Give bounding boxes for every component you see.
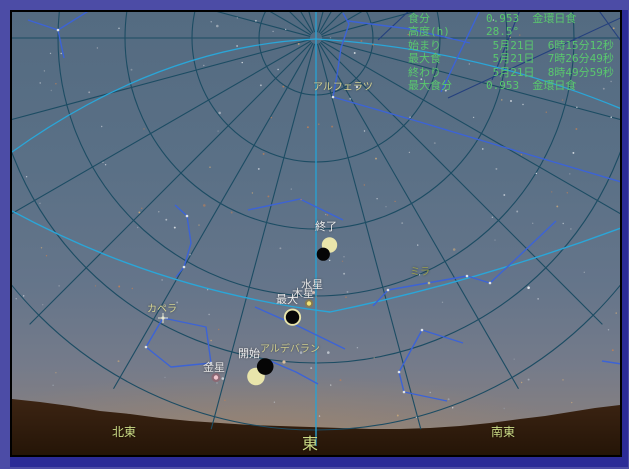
sky-map[interactable]: アルフェラツ カペラ ミラ アルデバラン 水星 木星 金星 開始 最大 終了 北東東南東 食分 0.95… (12, 12, 620, 455)
eclipse-max (283, 308, 302, 326)
window-bevel-left (0, 0, 10, 469)
planetarium-window: アルフェラツ カペラ ミラ アルデバラン 水星 木星 金星 開始 最大 終了 北東東南東 食分 0.95… (0, 0, 629, 469)
named-star (282, 360, 286, 364)
named-star (355, 85, 359, 89)
eclipse-moon (256, 358, 274, 375)
eclipse-moon (285, 310, 300, 324)
named-star (427, 281, 431, 285)
eclipse-moon (316, 247, 330, 261)
planet-木星 (304, 299, 314, 308)
window-bevel-top (0, 0, 629, 10)
planet-金星 (211, 373, 221, 382)
sky-map-frame: アルフェラツ カペラ ミラ アルデバラン 水星 木星 金星 開始 最大 終了 北東東南東 食分 0.95… (10, 10, 622, 457)
sky-chart (12, 12, 620, 455)
planet-水星 (312, 291, 315, 294)
